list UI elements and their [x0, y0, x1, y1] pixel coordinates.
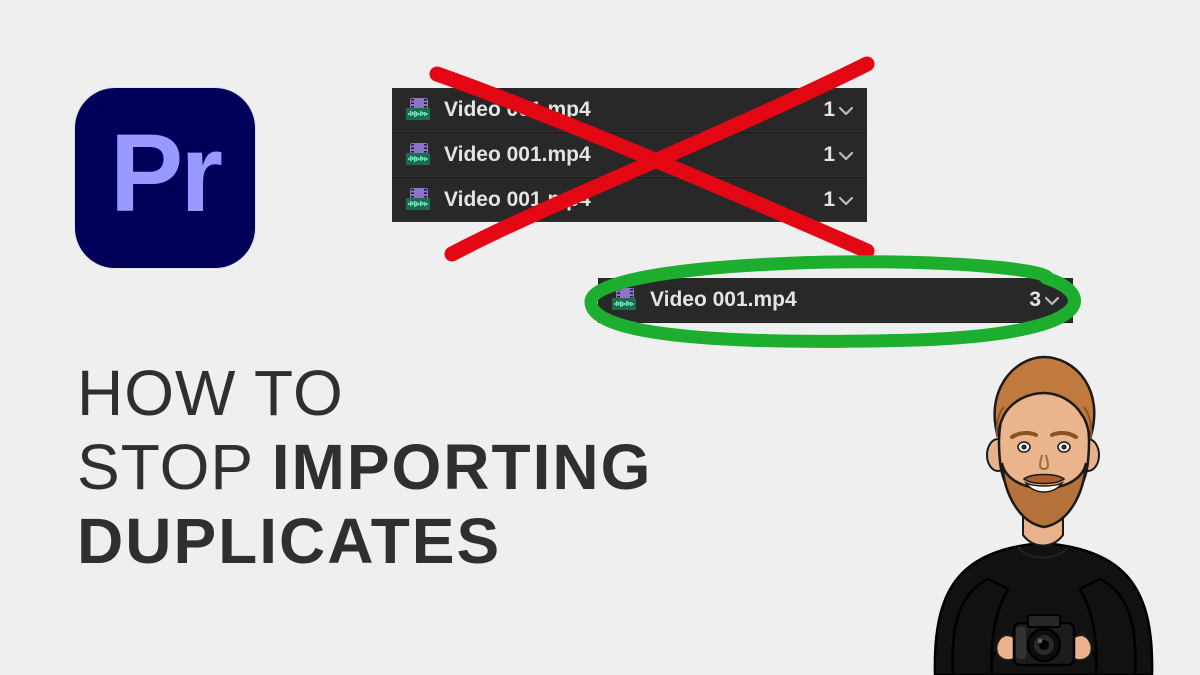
chevron-down-icon	[839, 151, 853, 161]
clip-filename: Video 001.mp4	[444, 143, 819, 167]
chevron-down-icon	[839, 106, 853, 116]
clip-row: Video 001.mp4 1	[392, 88, 867, 133]
chevron-down-icon	[1045, 296, 1059, 306]
clip-usage-count: 1	[819, 188, 839, 212]
premiere-pro-app-icon: Pr	[75, 88, 255, 268]
premiere-pro-icon-label: Pr	[110, 119, 220, 229]
video-audio-clip-icon	[406, 98, 434, 122]
title-line-3: DUPLICATES	[77, 504, 652, 578]
video-audio-clip-icon	[406, 188, 434, 212]
clip-filename: Video 001.mp4	[444, 188, 819, 212]
clip-usage-count: 3	[1025, 288, 1045, 312]
duplicate-clips-panel: Video 001.mp4 1 Video 001.mp4 1 Video 00…	[392, 88, 867, 222]
video-audio-clip-icon	[406, 143, 434, 167]
chevron-down-icon	[839, 196, 853, 206]
clip-filename: Video 001.mp4	[444, 98, 819, 122]
consolidated-clip-panel: Video 001.mp4 3	[598, 278, 1073, 323]
clip-row: Video 001.mp4 1	[392, 178, 867, 222]
clip-filename: Video 001.mp4	[650, 288, 1025, 312]
clip-usage-count: 1	[819, 98, 839, 122]
title-line-1: HOW TO	[77, 356, 652, 430]
title-line-2: STOP IMPORTING	[77, 430, 652, 504]
clip-row: Video 001.mp4 1	[392, 133, 867, 178]
video-audio-clip-icon	[612, 288, 640, 312]
title-text: HOW TO STOP IMPORTING DUPLICATES	[77, 356, 652, 579]
presenter-illustration	[898, 335, 1188, 675]
clip-row: Video 001.mp4 3	[598, 278, 1073, 323]
clip-usage-count: 1	[819, 143, 839, 167]
